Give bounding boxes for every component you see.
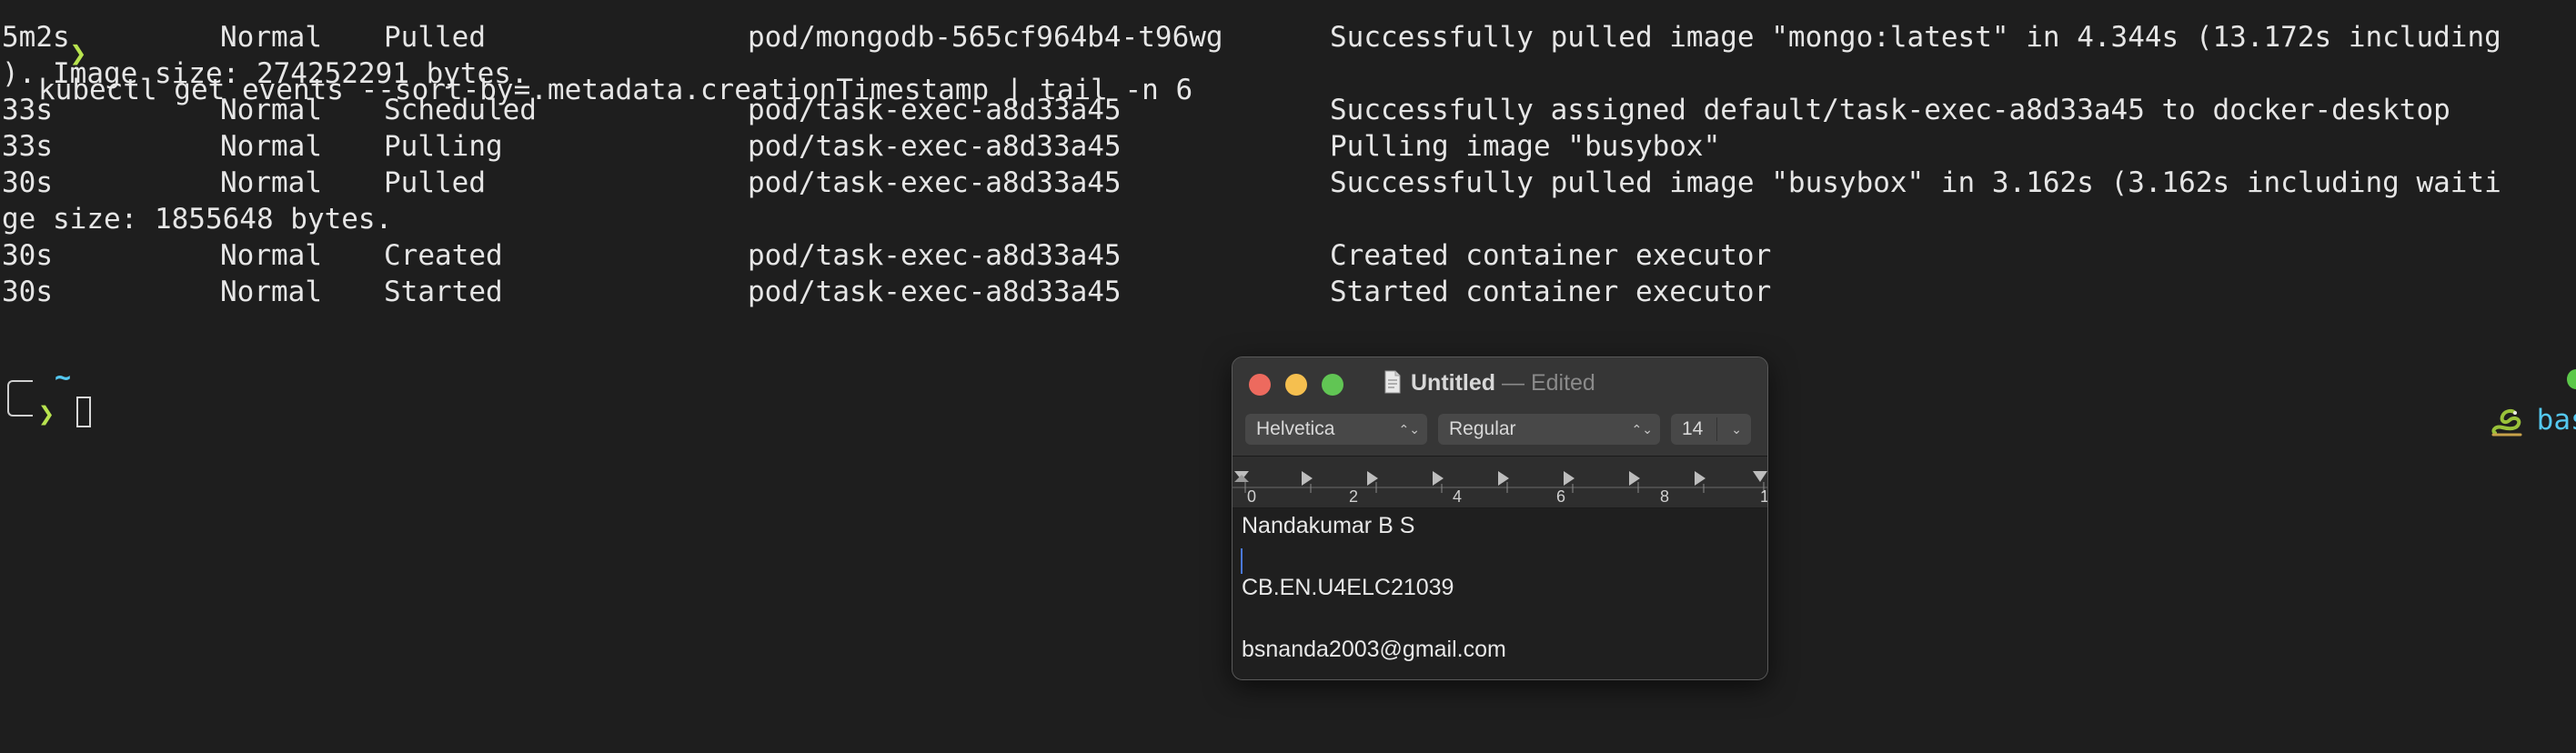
event-message: Successfully assigned default/task-exec-… (1330, 94, 2450, 126)
event-age: 5m2s (2, 21, 70, 54)
text-caret (1241, 548, 1243, 574)
event-object: pod/task-exec-a8d33a45 (748, 239, 1122, 272)
python-snake-icon (2491, 408, 2522, 436)
document-text-area[interactable]: Nandakumar B S CB.EN.U4ELC21039 bsnanda2… (1233, 508, 1767, 679)
edited-status: Edited (1530, 370, 1595, 396)
updown-chevron-icon: ⌃⌄ (1631, 422, 1653, 437)
document-line: bsnanda2003@gmail.com (1242, 637, 1506, 662)
prompt-directory: ~ (55, 362, 72, 394)
event-type: Normal (220, 239, 322, 272)
event-row-wrap: ). Image size: 274252291 bytes. (2, 57, 528, 90)
event-type: Normal (220, 94, 322, 126)
ruler-label: 1 (1760, 487, 1767, 507)
textedit-window[interactable]: Untitled — Edited Helvetica ⌃⌄ Regular ⌃… (1232, 356, 1768, 680)
font-size-value: 14 (1682, 418, 1704, 439)
event-reason: Pulled (384, 166, 486, 199)
event-age: 30s (2, 239, 53, 272)
event-age: 30s (2, 166, 53, 199)
event-object: pod/task-exec-a8d33a45 (748, 276, 1122, 308)
right-prompt: base (2421, 360, 2576, 437)
event-age: 33s (2, 130, 53, 163)
ruler-label: 8 (1660, 487, 1670, 506)
document-name: Untitled (1411, 370, 1496, 396)
event-reason: Pulling (384, 130, 503, 163)
document-line: CB.EN.U4ELC21039 (1242, 575, 1454, 600)
event-message: Successfully pulled image "busybox" in 3… (1330, 166, 2501, 199)
event-reason: Scheduled (384, 94, 537, 126)
font-style-select[interactable]: Regular ⌃⌄ (1438, 414, 1660, 445)
chevron-down-icon[interactable]: ⌄ (1731, 414, 1742, 445)
event-row: 30s Normal Created pod/task-exec-a8d33a4… (2, 237, 1771, 274)
event-row: 5m2s Normal Pulled pod/mongodb-565cf964b… (2, 19, 2501, 55)
updown-chevron-icon: ⌃⌄ (1398, 422, 1420, 437)
event-row: 33s Normal Scheduled pod/task-exec-a8d33… (2, 92, 2450, 128)
title-separator: — (1502, 370, 1524, 396)
font-style-value: Regular (1449, 418, 1516, 439)
event-reason: Created (384, 239, 503, 272)
ruler-label: 6 (1556, 487, 1566, 506)
event-object: pod/task-exec-a8d33a45 (748, 130, 1122, 163)
ruler-label: 2 (1349, 487, 1359, 506)
font-size-field[interactable]: 14 ⌄ (1671, 414, 1751, 445)
event-type: Normal (220, 276, 322, 308)
prompt-bracket (7, 380, 33, 417)
event-reason: Started (384, 276, 503, 308)
event-age: 30s (2, 276, 53, 308)
event-object: pod/mongodb-565cf964b4-t96wg (748, 21, 1223, 54)
event-object: pod/task-exec-a8d33a45 (748, 166, 1122, 199)
event-reason: Pulled (384, 21, 486, 54)
document-icon (1384, 370, 1401, 394)
terminal-cursor[interactable] (76, 397, 91, 427)
event-message: Successfully pulled image "mongo:latest"… (1330, 21, 2501, 54)
ruler-label: 4 (1453, 487, 1463, 506)
prompt-chevron: ❯ (38, 398, 55, 430)
ruler-graphic (1233, 471, 1767, 493)
event-row-wrap: ge size: 1855648 bytes. (2, 203, 393, 236)
event-row: 33s Normal Pulling pod/task-exec-a8d33a4… (2, 128, 1720, 165)
maximize-button[interactable] (1322, 374, 1343, 396)
event-message: Started container executor (1330, 276, 1772, 308)
minimize-button[interactable] (1285, 374, 1307, 396)
conda-env-name: base (2536, 404, 2576, 437)
font-family-select[interactable]: Helvetica ⌃⌄ (1245, 414, 1427, 445)
event-message: Pulling image "busybox" (1330, 130, 1721, 163)
window-title: Untitled — Edited (1384, 365, 1595, 401)
font-family-value: Helvetica (1256, 418, 1335, 439)
event-type: Normal (220, 166, 322, 199)
event-message: Created container executor (1330, 239, 1772, 272)
event-type: Normal (220, 21, 322, 54)
event-row: 30s Normal Pulled pod/task-exec-a8d33a45… (2, 165, 2501, 201)
close-button[interactable] (1249, 374, 1271, 396)
ruler[interactable]: 0 2 4 6 8 1 (1233, 457, 1767, 508)
event-row: 30s Normal Started pod/task-exec-a8d33a4… (2, 274, 1771, 310)
event-age: 33s (2, 94, 53, 126)
ruler-label: 0 (1247, 487, 1257, 506)
divider (1716, 417, 1717, 441)
event-type: Normal (220, 130, 322, 163)
document-line: Nandakumar B S (1242, 513, 1415, 538)
textedit-titlebar[interactable]: Untitled — Edited Helvetica ⌃⌄ Regular ⌃… (1233, 357, 1767, 457)
event-object: pod/task-exec-a8d33a45 (748, 94, 1122, 126)
